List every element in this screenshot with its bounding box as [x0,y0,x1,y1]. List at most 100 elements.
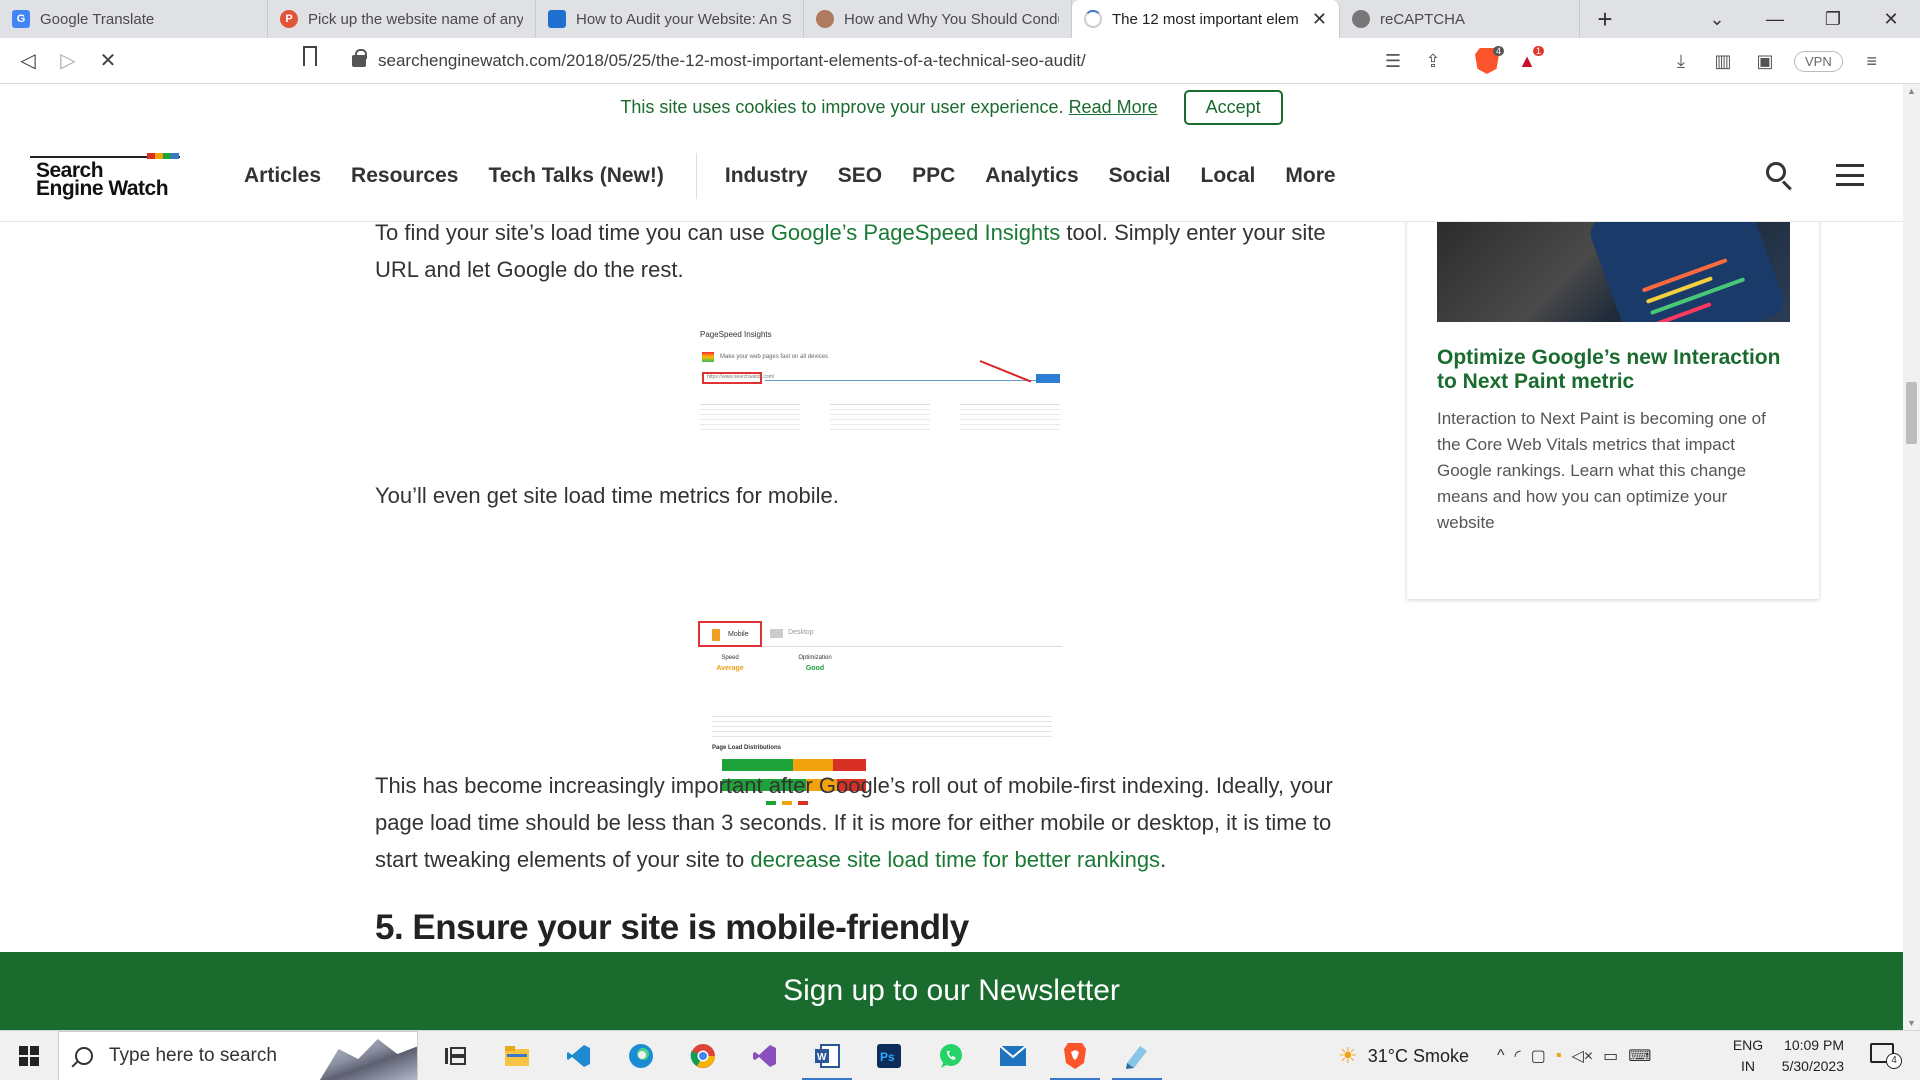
tab-how-and-why[interactable]: How and Why You Should Condu [804,0,1072,38]
vpn-button[interactable]: VPN [1794,50,1843,72]
lock-icon [352,49,367,67]
nav-tech-talks[interactable]: Tech Talks (New!) [488,164,663,188]
loading-spinner-icon [1084,10,1102,28]
tab-pick-website[interactable]: P Pick up the website name of any [268,0,536,38]
search-highlight-image [319,1039,417,1080]
address-bar[interactable]: searchenginewatch.com/2018/05/25/the-12-… [296,44,1556,78]
scroll-down-icon[interactable]: ▼ [1907,1018,1916,1028]
start-button[interactable] [0,1031,58,1080]
search-icon[interactable] [1764,160,1794,191]
photoshop-icon[interactable]: Ps [858,1031,920,1080]
newsletter-signup-bar[interactable]: Sign up to our Newsletter [0,952,1903,1030]
nav-articles[interactable]: Articles [244,164,321,188]
brave-rewards-icon[interactable]: ▲ 1 [1514,46,1544,74]
close-window-icon[interactable]: ✕ [1862,0,1920,38]
scrollbar-thumb[interactable] [1906,382,1917,444]
article-thumbnail[interactable] [1437,222,1790,322]
hamburger-menu-icon[interactable] [1836,164,1864,186]
network-icon[interactable]: ◜ [1515,1046,1521,1066]
nav-resources[interactable]: Resources [351,164,458,188]
load-time-link[interactable]: decrease site load time for better ranki… [750,847,1160,872]
tab-strip: G Google Translate P Pick up the website… [0,0,1920,38]
page-scrollbar[interactable]: ▲ ▼ [1903,84,1920,1030]
device-icon[interactable]: ▢ [1531,1046,1546,1066]
tab-title: How to Audit your Website: An S [576,10,791,28]
related-article-title[interactable]: Optimize Google’s new Interaction to Nex… [1437,346,1787,394]
battery-icon[interactable]: ▭ [1603,1046,1618,1066]
nav-more[interactable]: More [1285,164,1335,188]
menu-icon[interactable]: ≡ [1859,48,1885,74]
volume-muted-icon[interactable]: ◁× [1572,1046,1594,1066]
read-more-link[interactable]: Read More [1069,97,1158,117]
browser-toolbar: ◁ ▷ ✕ searchenginewatch.com/2018/05/25/t… [0,38,1920,84]
vscode-icon[interactable] [548,1031,610,1080]
stop-loading-icon[interactable]: ✕ [88,41,128,81]
brave-icon[interactable] [1044,1031,1106,1080]
avatar-favicon-icon [816,10,834,28]
svg-text:Ps: Ps [880,1050,895,1064]
reader-mode-icon[interactable]: ☰ [1380,48,1406,74]
tab-title: Google Translate [40,10,155,28]
sidebar-icon[interactable]: ▥ [1710,48,1736,74]
nav-social[interactable]: Social [1109,164,1171,188]
cookie-banner: This site uses cookies to improve your u… [0,84,1903,130]
site-logo[interactable]: Search Engine Watch [30,148,180,208]
google-translate-icon: G [12,10,30,28]
tab-title: reCAPTCHA [1380,10,1466,28]
bookmark-icon[interactable] [303,46,317,66]
new-tab-button[interactable]: + [1580,0,1630,38]
wallet-icon[interactable]: ▣ [1752,48,1778,74]
url-text[interactable]: searchenginewatch.com/2018/05/25/the-12-… [378,51,1086,71]
nav-seo[interactable]: SEO [838,164,882,188]
back-icon[interactable]: ◁ [8,41,48,81]
file-explorer-icon[interactable] [486,1031,548,1080]
keyboard-icon[interactable]: ⌨ [1628,1046,1651,1066]
notepad-icon[interactable] [1106,1031,1168,1080]
weather-text[interactable]: 31°C Smoke [1368,1046,1469,1067]
window-controls: ⌄ — ❐ ✕ [1688,0,1920,38]
accept-cookies-button[interactable]: Accept [1183,89,1283,125]
whatsapp-icon[interactable] [920,1031,982,1080]
share-icon[interactable]: ⇪ [1420,48,1446,74]
forward-icon[interactable]: ▷ [48,41,88,81]
tab-search-icon[interactable]: ⌄ [1688,0,1746,38]
windows-taskbar: Type here to search W Ps ☀ 31°C Smoke ^ … [0,1030,1920,1080]
chrome-icon[interactable] [672,1031,734,1080]
clock[interactable]: 10:09 PM 5/30/2023 [1744,1035,1844,1077]
minimize-icon[interactable]: — [1746,0,1804,38]
site-favicon-icon [548,10,566,28]
nav-industry[interactable]: Industry [725,164,808,188]
scroll-up-icon[interactable]: ▲ [1907,86,1916,96]
brave-shield-icon: P [280,10,298,28]
notification-center-icon[interactable]: 4 [1870,1043,1902,1069]
search-icon [75,1046,93,1065]
tab-audit-website[interactable]: How to Audit your Website: An S [536,0,804,38]
weather-icon[interactable]: ☀ [1338,1043,1358,1069]
restore-icon[interactable]: ❐ [1804,0,1862,38]
taskbar-search-box[interactable]: Type here to search [58,1030,418,1080]
article-paragraph: To find your site’s load time you can us… [375,220,1326,282]
nav-analytics[interactable]: Analytics [985,164,1078,188]
pinned-apps: W Ps [424,1031,1168,1080]
task-view-icon[interactable] [424,1031,486,1080]
section-heading: 5. Ensure your site is mobile-friendly [375,908,969,947]
download-icon[interactable]: ⤓ [1668,48,1694,74]
tab-recaptcha[interactable]: reCAPTCHA [1340,0,1580,38]
brave-shields-icon[interactable]: 4 [1474,46,1504,74]
edge-icon[interactable] [610,1031,672,1080]
word-icon[interactable]: W [796,1031,858,1080]
tab-google-translate[interactable]: G Google Translate [0,0,268,38]
tab-active-seo-audit[interactable]: The 12 most important elem ✕ [1072,0,1340,38]
nav-local[interactable]: Local [1201,164,1256,188]
mail-icon[interactable] [982,1031,1044,1080]
chevron-up-icon[interactable]: ^ [1497,1047,1505,1065]
windows-logo-icon [19,1045,39,1066]
pagespeed-link[interactable]: Google’s PageSpeed Insights [771,220,1060,245]
app-tray-icon[interactable]: ▪ [1556,1047,1562,1065]
nav-ppc[interactable]: PPC [912,164,955,188]
main-menu: Articles Resources Tech Talks (New!) Ind… [244,130,1366,222]
pagespeed-screenshot: PageSpeed Insights Make your web pages f… [690,322,1070,442]
close-tab-icon[interactable]: ✕ [1312,9,1327,30]
visual-studio-icon[interactable] [734,1031,796,1080]
browser-actions: ⤓ ▥ ▣ VPN ≡ [1668,38,1885,84]
